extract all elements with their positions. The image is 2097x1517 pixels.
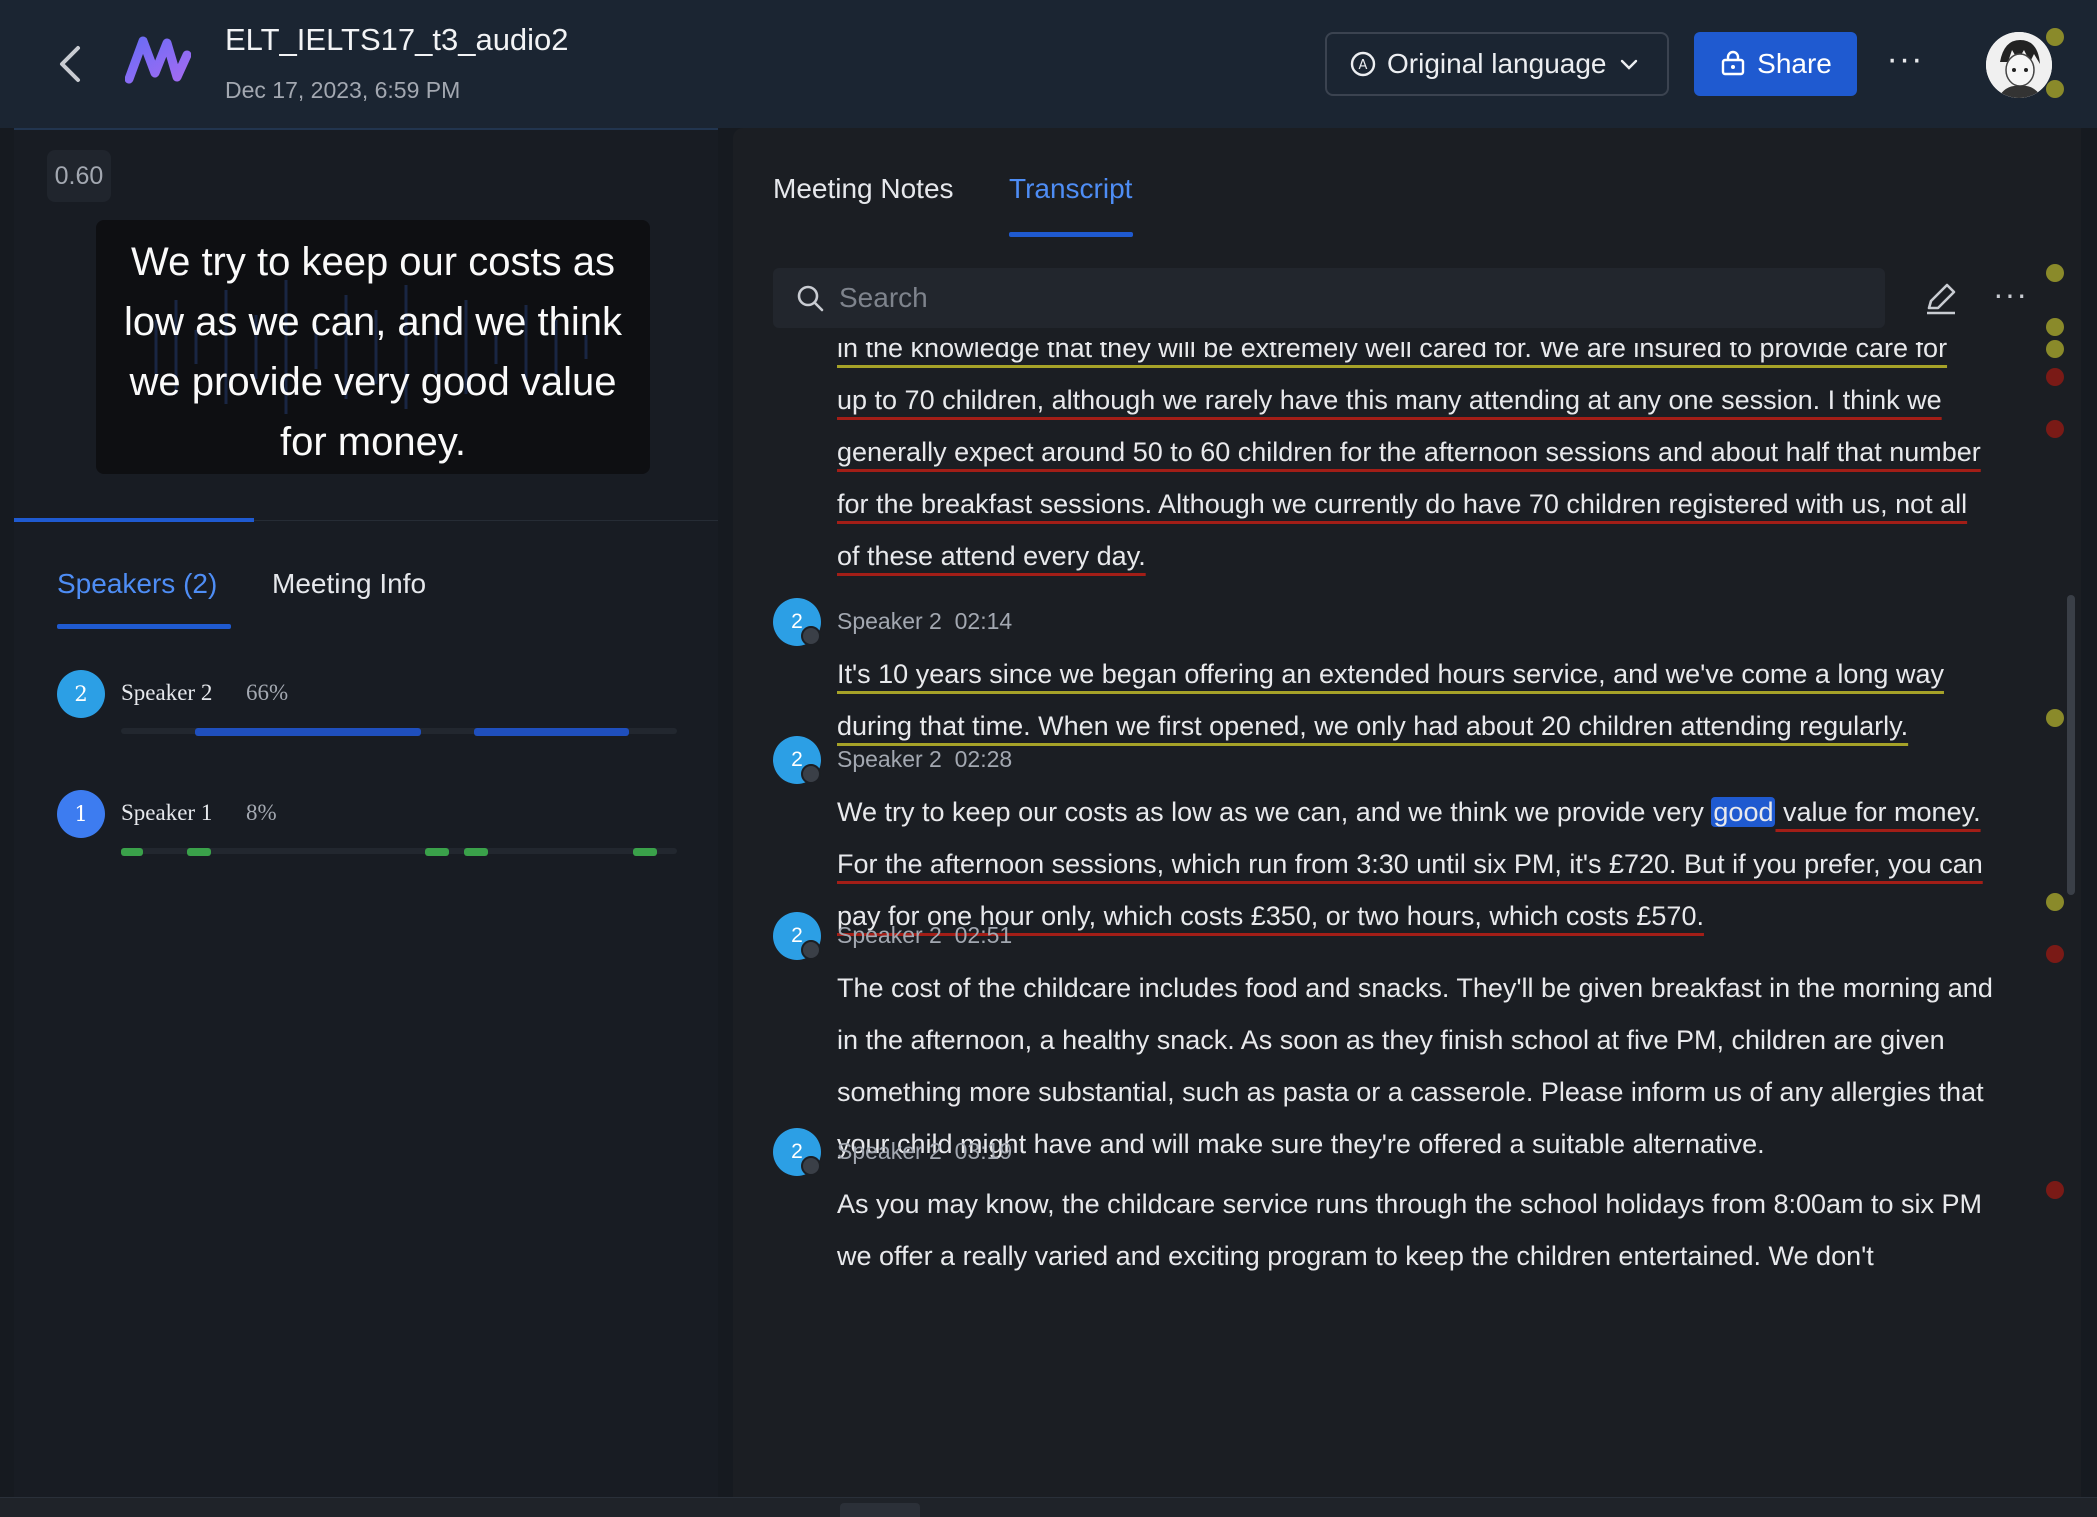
speaker-name: Speaker 2 xyxy=(837,1138,942,1164)
transcript-text[interactable]: It's 10 years since we began offering an… xyxy=(837,648,1997,752)
edit-pencil-icon[interactable] xyxy=(1921,278,1961,318)
share-button[interactable]: Share xyxy=(1694,32,1857,96)
entry-meta: Speaker 2 02:14 xyxy=(837,608,1012,635)
language-label: Original language xyxy=(1387,48,1607,79)
top-header: ELT_IELTS17_t3_audio2 Dec 17, 2023, 6:59… xyxy=(0,0,2097,128)
active-tab-indicator xyxy=(1009,232,1133,237)
annotation-marker[interactable] xyxy=(2046,340,2064,358)
annotation-marker[interactable] xyxy=(2046,893,2064,911)
drag-handle[interactable] xyxy=(840,1503,920,1517)
annotation-marker[interactable] xyxy=(2046,264,2064,282)
more-options-icon[interactable]: ··· xyxy=(1880,40,1930,88)
tab-meeting-info[interactable]: Meeting Info xyxy=(272,568,426,600)
avatar-image-icon xyxy=(1986,32,2052,98)
speaker-percent: 66% xyxy=(246,680,289,705)
scrollbar[interactable] xyxy=(2067,595,2075,895)
intro-paragraph: up to 70 children, although we rarely ha… xyxy=(837,385,1981,571)
speaker-row[interactable]: 2 Speaker 2 66% xyxy=(57,670,697,770)
annotation-marker[interactable] xyxy=(2046,368,2064,386)
transcript-panel: Meeting Notes Transcript Search ··· in t… xyxy=(733,128,2081,1498)
speaker-badge: 1 xyxy=(57,790,105,838)
translate-icon: A xyxy=(1350,51,1376,77)
tab-meeting-notes[interactable]: Meeting Notes xyxy=(773,173,954,205)
speaker-name: Speaker 2 xyxy=(121,680,213,705)
edit-speaker-icon[interactable] xyxy=(801,626,821,646)
more-options-icon[interactable]: ··· xyxy=(1993,276,2028,313)
bottom-bar xyxy=(0,1497,2097,1517)
original-language-dropdown[interactable]: A Original language xyxy=(1325,32,1669,96)
status-dot xyxy=(2046,80,2064,98)
status-dot xyxy=(2046,28,2064,46)
live-caption: We try to keep our costs as low as we ca… xyxy=(123,240,623,464)
tab-speakers[interactable]: Speakers (2) xyxy=(57,568,217,600)
speaker-row[interactable]: 1 Speaker 1 8% xyxy=(57,790,697,890)
speaker-name: Speaker 2 xyxy=(837,608,942,634)
recording-date: Dec 17, 2023, 6:59 PM xyxy=(225,77,461,103)
speaker-badge: 2 xyxy=(57,670,105,718)
transcript-text[interactable]: As you may know, the childcare service r… xyxy=(837,1178,1997,1282)
svg-text:A: A xyxy=(1359,58,1368,73)
speaker-name: Speaker 2 xyxy=(837,922,942,948)
share-lock-icon xyxy=(1721,50,1745,76)
annotation-marker[interactable] xyxy=(2046,1181,2064,1199)
app-logo-icon xyxy=(125,36,191,84)
speech-segment xyxy=(195,728,421,736)
chevron-down-icon xyxy=(1620,59,1637,70)
edit-speaker-icon[interactable] xyxy=(801,764,821,784)
speaker-name: Speaker 1 xyxy=(121,800,213,825)
speech-segment xyxy=(474,728,629,736)
speech-segment xyxy=(187,848,211,856)
user-avatar[interactable] xyxy=(1986,32,2052,98)
annotation-marker[interactable] xyxy=(2046,709,2064,727)
speech-segment xyxy=(425,848,449,856)
tab-transcript[interactable]: Transcript xyxy=(1009,173,1132,205)
speaker-percent: 8% xyxy=(246,800,277,825)
playback-progress[interactable] xyxy=(14,518,254,522)
timestamp[interactable]: 03:19 xyxy=(955,1138,1013,1164)
search-icon xyxy=(797,285,824,312)
speech-segment xyxy=(121,848,143,856)
annotation-marker[interactable] xyxy=(2046,945,2064,963)
speaker-timeline[interactable] xyxy=(121,848,677,856)
transcript-text[interactable]: We try to keep our costs as low as we ca… xyxy=(837,786,1997,942)
speech-segment xyxy=(464,848,488,856)
active-tab-indicator xyxy=(57,624,231,629)
current-word-highlight: good xyxy=(1711,797,1776,827)
speech-segment xyxy=(633,848,657,856)
player-panel: 0.60 We try to keep our costs as low as … xyxy=(14,128,718,1498)
timestamp[interactable]: 02:28 xyxy=(955,746,1013,772)
edit-speaker-icon[interactable] xyxy=(801,940,821,960)
playback-speed[interactable]: 0.60 xyxy=(47,150,111,202)
entry-meta: Speaker 2 03:19 xyxy=(837,1138,1012,1165)
back-arrow-icon[interactable] xyxy=(52,40,88,88)
timestamp[interactable]: 02:14 xyxy=(955,608,1013,634)
recording-title: ELT_IELTS17_t3_audio2 xyxy=(225,22,569,57)
search-placeholder: Search xyxy=(839,282,928,313)
share-label: Share xyxy=(1757,48,1832,79)
speaker-timeline[interactable] xyxy=(121,728,677,736)
entry-meta: Speaker 2 02:51 xyxy=(837,922,1012,949)
partial-line: in the knowledge that they will be extre… xyxy=(837,342,1948,363)
annotation-marker[interactable] xyxy=(2046,318,2064,336)
edit-speaker-icon[interactable] xyxy=(801,1156,821,1176)
timestamp[interactable]: 02:51 xyxy=(955,922,1013,948)
caption-video[interactable]: We try to keep our costs as low as we ca… xyxy=(96,220,650,474)
transcript-scroll-area[interactable]: in the knowledge that they will be extre… xyxy=(733,342,2081,1502)
speaker-name: Speaker 2 xyxy=(837,746,942,772)
search-input[interactable]: Search xyxy=(773,268,1885,328)
annotation-marker[interactable] xyxy=(2046,420,2064,438)
entry-meta: Speaker 2 02:28 xyxy=(837,746,1012,773)
